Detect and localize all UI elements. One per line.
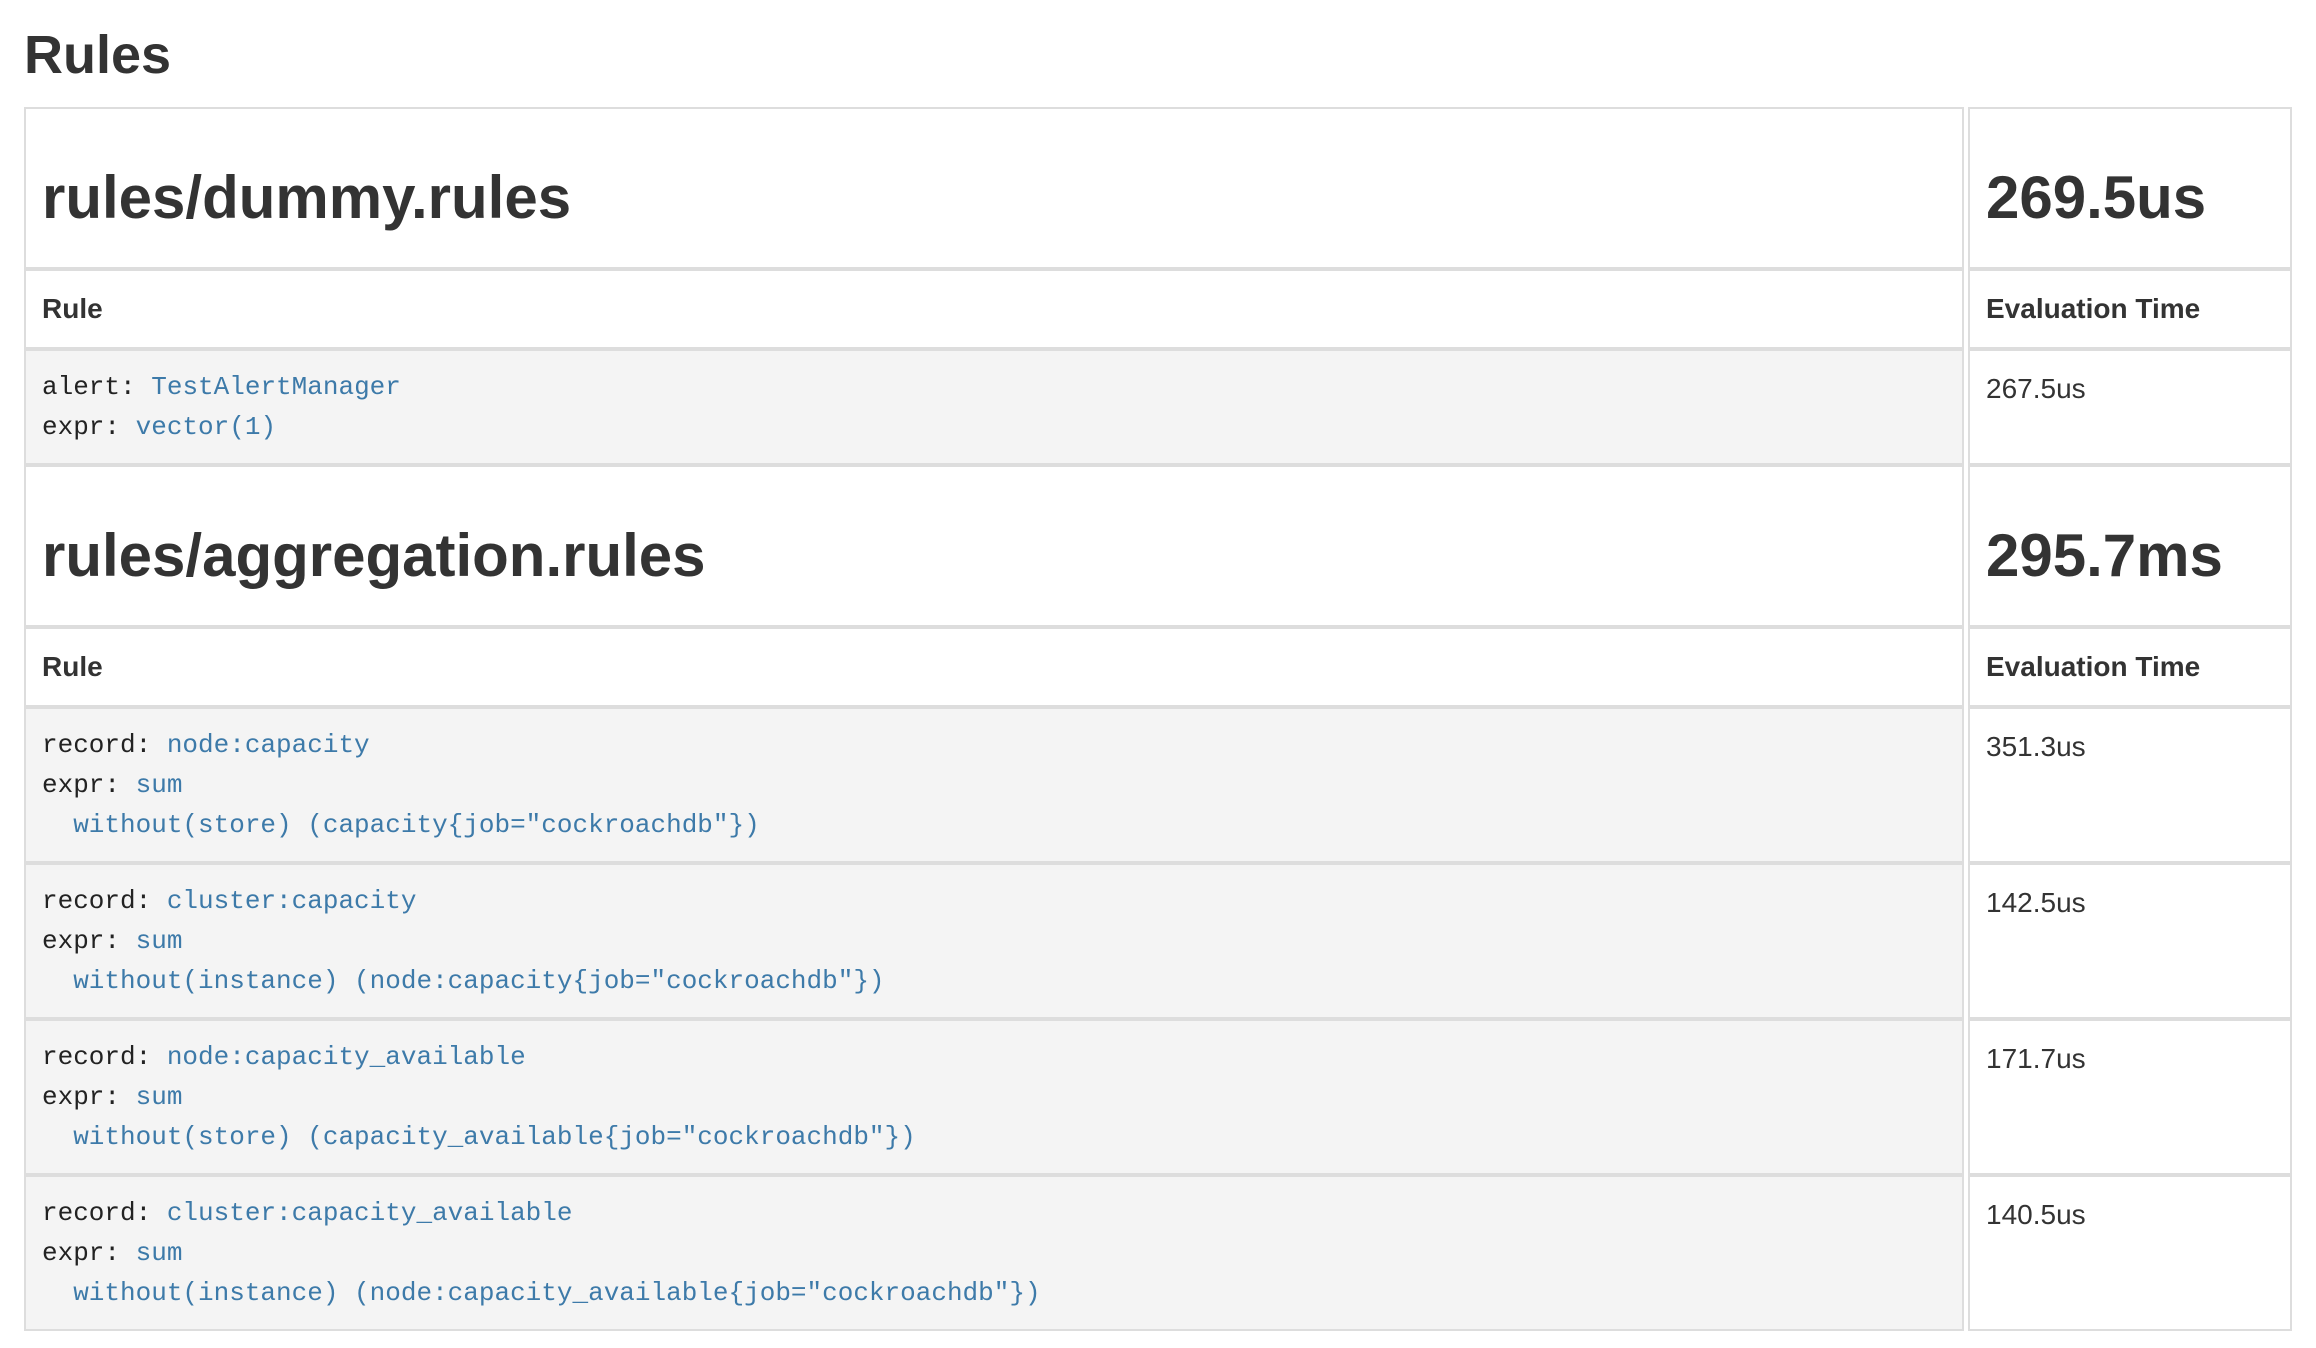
rule-group-file: rules/aggregation.rules [42, 523, 1946, 589]
rule-group-header-row: rules/aggregation.rules 295.7ms [24, 465, 2292, 627]
rule-eval-time: 351.3us [1968, 707, 2292, 863]
rule-row: record: cluster:capacity_available expr:… [24, 1175, 2292, 1331]
rule-definition: record: node:capacity expr: sum without(… [42, 725, 1946, 845]
evaluation-time-column-header: Evaluation Time [1968, 269, 2292, 349]
rule-expression-link[interactable]: cluster:capacity [167, 886, 417, 916]
rule-group-file: rules/dummy.rules [42, 165, 1946, 231]
rule-eval-time: 267.5us [1968, 349, 2292, 465]
rule-eval-time: 171.7us [1968, 1019, 2292, 1175]
rule-expression-link[interactable]: node:capacity [167, 730, 370, 760]
rule-field-label: alert: [42, 372, 136, 402]
rule-field-label: expr: [42, 926, 120, 956]
rule-expression-link[interactable]: sum [136, 1238, 183, 1268]
rule-expression-link[interactable]: node:capacity_available [167, 1042, 526, 1072]
columns-header-row: Rule Evaluation Time [24, 269, 2292, 349]
rules-table: rules/dummy.rules 269.5us Rule Evaluatio… [20, 107, 2296, 1331]
rule-row: record: node:capacity_available expr: su… [24, 1019, 2292, 1175]
rule-field-label: record: [42, 1042, 151, 1072]
rule-expression-link[interactable]: sum [136, 1082, 183, 1112]
rules-page: Rules rules/dummy.rules 269.5us Rule Eva… [0, 26, 2316, 1331]
rule-column-header: Rule [24, 269, 1964, 349]
columns-header-row: Rule Evaluation Time [24, 627, 2292, 707]
rule-row: record: cluster:capacity expr: sum witho… [24, 863, 2292, 1019]
rule-expression-link[interactable]: vector(1) [136, 412, 276, 442]
rule-eval-time: 140.5us [1968, 1175, 2292, 1331]
rule-row: alert: TestAlertManager expr: vector(1) … [24, 349, 2292, 465]
rule-expression-link[interactable]: without(store) (capacity{job="cockroachd… [42, 810, 760, 840]
rule-expression-link[interactable]: TestAlertManager [151, 372, 401, 402]
rule-definition: alert: TestAlertManager expr: vector(1) [42, 367, 1946, 447]
rule-definition: record: node:capacity_available expr: su… [42, 1037, 1946, 1157]
rule-group-eval-time: 295.7ms [1986, 523, 2274, 589]
rule-expression-link[interactable]: without(instance) (node:capacity{job="co… [42, 966, 885, 996]
rule-definition: record: cluster:capacity_available expr:… [42, 1193, 1946, 1313]
rule-definition: record: cluster:capacity expr: sum witho… [42, 881, 1946, 1001]
rule-field-label: expr: [42, 1082, 120, 1112]
evaluation-time-column-header: Evaluation Time [1968, 627, 2292, 707]
rule-group-header-row: rules/dummy.rules 269.5us [24, 107, 2292, 269]
rule-row: record: node:capacity expr: sum without(… [24, 707, 2292, 863]
rule-eval-time: 142.5us [1968, 863, 2292, 1019]
page-title: Rules [24, 26, 2292, 85]
rule-column-header: Rule [24, 627, 1964, 707]
rule-expression-link[interactable]: without(instance) (node:capacity_availab… [42, 1278, 1041, 1308]
rule-field-label: expr: [42, 770, 120, 800]
rule-expression-link[interactable]: sum [136, 770, 183, 800]
rule-expression-link[interactable]: without(store) (capacity_available{job="… [42, 1122, 916, 1152]
rule-field-label: record: [42, 886, 151, 916]
rule-group-eval-time: 269.5us [1986, 165, 2274, 231]
rule-field-label: record: [42, 1198, 151, 1228]
rule-field-label: expr: [42, 412, 120, 442]
rule-expression-link[interactable]: cluster:capacity_available [167, 1198, 573, 1228]
rule-field-label: record: [42, 730, 151, 760]
rule-expression-link[interactable]: sum [136, 926, 183, 956]
rule-field-label: expr: [42, 1238, 120, 1268]
